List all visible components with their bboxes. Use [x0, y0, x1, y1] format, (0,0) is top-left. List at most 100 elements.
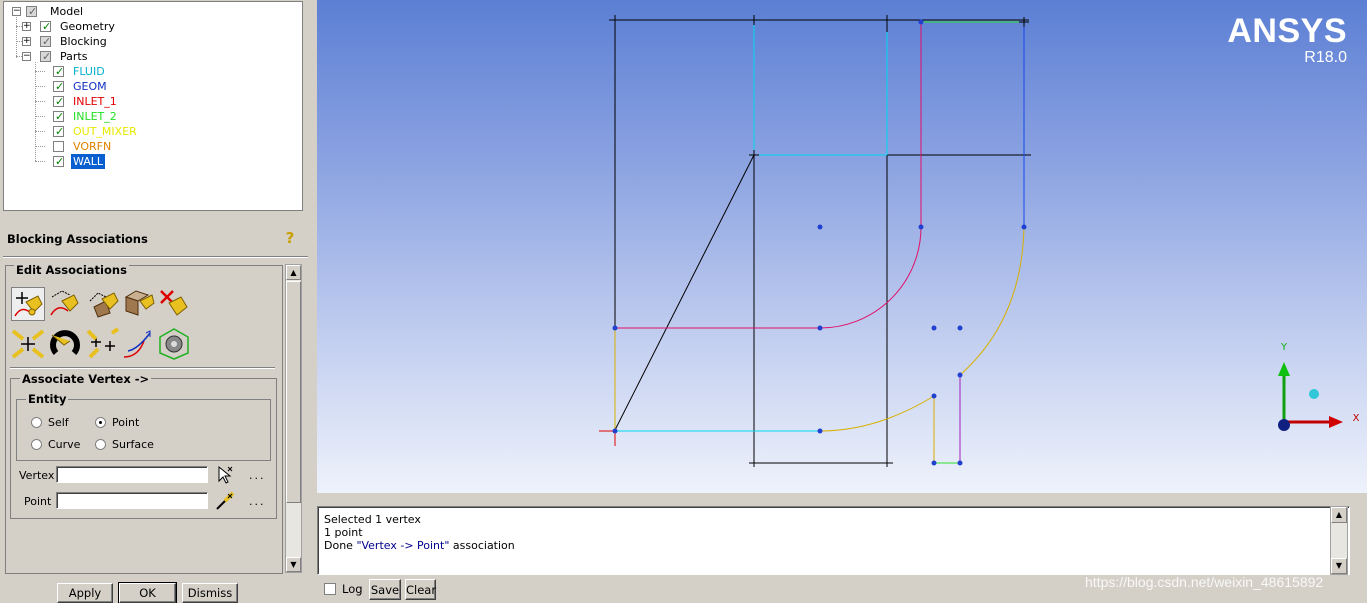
checkbox-icon[interactable]: ✓ [26, 5, 37, 18]
more-vertex-button[interactable]: ... [249, 469, 266, 482]
associate-vertex-title: Associate Vertex -> [20, 372, 152, 386]
tree-item-label: Blocking [60, 35, 107, 48]
divider [3, 256, 308, 258]
snap-project-vertices-button[interactable] [86, 327, 120, 361]
axis-triad: Y X [1278, 342, 1360, 431]
watermark: https://blog.csdn.net/weixin_48615892 [1085, 574, 1324, 590]
checkbox-icon[interactable]: ✓ [53, 110, 64, 123]
update-edge-shape-button[interactable] [122, 327, 156, 361]
selected-vertex-marker [599, 430, 616, 446]
checkbox-icon[interactable]: ✓ [53, 125, 64, 138]
tree-connector [16, 14, 17, 58]
expand-icon[interactable]: + [22, 22, 31, 31]
geometry-canvas[interactable]: Y X [317, 0, 1367, 493]
associate-face-surface-button[interactable] [122, 287, 156, 321]
vertex-dots[interactable] [612, 19, 1027, 466]
associate-edge-surface-button[interactable] [86, 287, 120, 321]
scroll-up-icon[interactable]: ▲ [1331, 507, 1347, 523]
radio-selected-icon[interactable] [95, 417, 106, 428]
graphics-viewport[interactable]: Y X ANSYS R18.0 [317, 0, 1367, 493]
message-quoted-text: "Vertex -> Point" [356, 539, 450, 552]
checkbox-icon[interactable]: ✓ [53, 80, 64, 93]
ansys-logo: ANSYS R18.0 [1227, 14, 1347, 68]
vertex-label: Vertex [19, 469, 55, 482]
log-checkbox[interactable] [324, 583, 336, 595]
scroll-down-icon[interactable]: ▼ [286, 557, 301, 572]
associate-vertex-button[interactable] [11, 287, 45, 321]
message-line: Done "Vertex -> Point" association [324, 539, 515, 552]
left-panel: − ✓ Model + ✓ Geometry + ✓ Blocking − ✓ … [0, 0, 312, 603]
tree-connector [35, 146, 45, 147]
message-text: association [449, 539, 515, 552]
point-input[interactable] [56, 492, 208, 509]
update-associations-button[interactable] [11, 327, 45, 361]
brand-name: ANSYS [1227, 12, 1347, 50]
panel-scrollbar[interactable]: ▲ ▼ [285, 264, 302, 573]
checkbox-icon[interactable]: ✓ [53, 65, 64, 78]
tree-connector [35, 161, 45, 162]
tree-item-label: OUT_MIXER [73, 125, 137, 138]
fluid-edges [615, 25, 888, 432]
entity-title: Entity [26, 392, 69, 406]
radio-icon[interactable] [95, 439, 106, 450]
scroll-down-icon[interactable]: ▼ [1331, 558, 1347, 574]
radio-label: Curve [48, 438, 81, 451]
tree-item-label: Parts [60, 50, 88, 63]
inlet1-edges [615, 22, 922, 329]
disassociate-button[interactable] [157, 287, 191, 321]
save-button[interactable]: Save [369, 579, 401, 600]
point-label: Point [24, 495, 52, 508]
tree-item-label: Geometry [60, 20, 115, 33]
radio-icon[interactable] [31, 417, 42, 428]
checkbox-icon[interactable]: ✓ [53, 155, 64, 168]
tree-connector [35, 116, 45, 117]
checkbox-icon[interactable]: ✓ [40, 35, 51, 48]
tree-connector [35, 101, 45, 102]
clear-button[interactable]: Clear [405, 579, 436, 600]
y-axis-label: Y [1280, 342, 1288, 353]
checkbox-icon[interactable]: ✓ [40, 20, 51, 33]
collapse-icon[interactable]: − [22, 52, 31, 61]
radio-label: Surface [112, 438, 154, 451]
message-window[interactable]: Selected 1 vertex 1 point Done "Vertex -… [317, 506, 1350, 575]
associate-edge-curve-button[interactable] [48, 287, 82, 321]
tree-item-label: VORFN [73, 140, 112, 153]
radio-label: Point [112, 416, 140, 429]
expand-icon[interactable]: + [22, 37, 31, 46]
out-mixer-edges [614, 226, 1025, 463]
tree-connector [35, 86, 45, 87]
log-label: Log [342, 582, 363, 596]
collapse-icon[interactable]: − [12, 7, 21, 16]
tree-item-label: INLET_1 [73, 95, 117, 108]
reset-associations-button[interactable] [48, 327, 82, 361]
vertex-input[interactable] [56, 466, 208, 483]
model-tree[interactable]: − ✓ Model + ✓ Geometry + ✓ Blocking − ✓ … [3, 1, 303, 211]
message-text: Done [324, 539, 357, 552]
help-icon[interactable]: ? [283, 229, 297, 247]
brand-version: R18.0 [1304, 49, 1347, 66]
select-vertex-icon[interactable] [214, 464, 236, 486]
radio-icon[interactable] [31, 439, 42, 450]
select-point-icon[interactable] [214, 490, 236, 512]
radio-label: Self [48, 416, 69, 429]
tree-item-label: FLUID [73, 65, 105, 78]
more-point-button[interactable]: ... [249, 495, 266, 508]
panel-title: Blocking Associations [7, 232, 148, 246]
tree-connector [35, 131, 45, 132]
checkbox-icon[interactable]: ✓ [40, 50, 51, 63]
ok-button[interactable]: OK [118, 582, 177, 603]
checkbox-icon[interactable] [53, 141, 64, 152]
dismiss-button[interactable]: Dismiss [182, 583, 238, 603]
apply-button[interactable]: Apply [57, 583, 113, 603]
tree-connector [35, 71, 45, 72]
message-line: 1 point [324, 526, 363, 539]
scroll-thumb[interactable] [286, 281, 301, 503]
x-axis-label: X [1353, 413, 1360, 424]
message-scrollbar[interactable]: ▲ ▼ [1330, 506, 1348, 575]
checkbox-icon[interactable]: ✓ [53, 95, 64, 108]
scroll-up-icon[interactable]: ▲ [286, 265, 301, 280]
message-line: Selected 1 vertex [324, 513, 421, 526]
divider [10, 367, 275, 369]
vertex-crosses [749, 17, 1029, 160]
group-curves-button[interactable] [157, 327, 191, 361]
